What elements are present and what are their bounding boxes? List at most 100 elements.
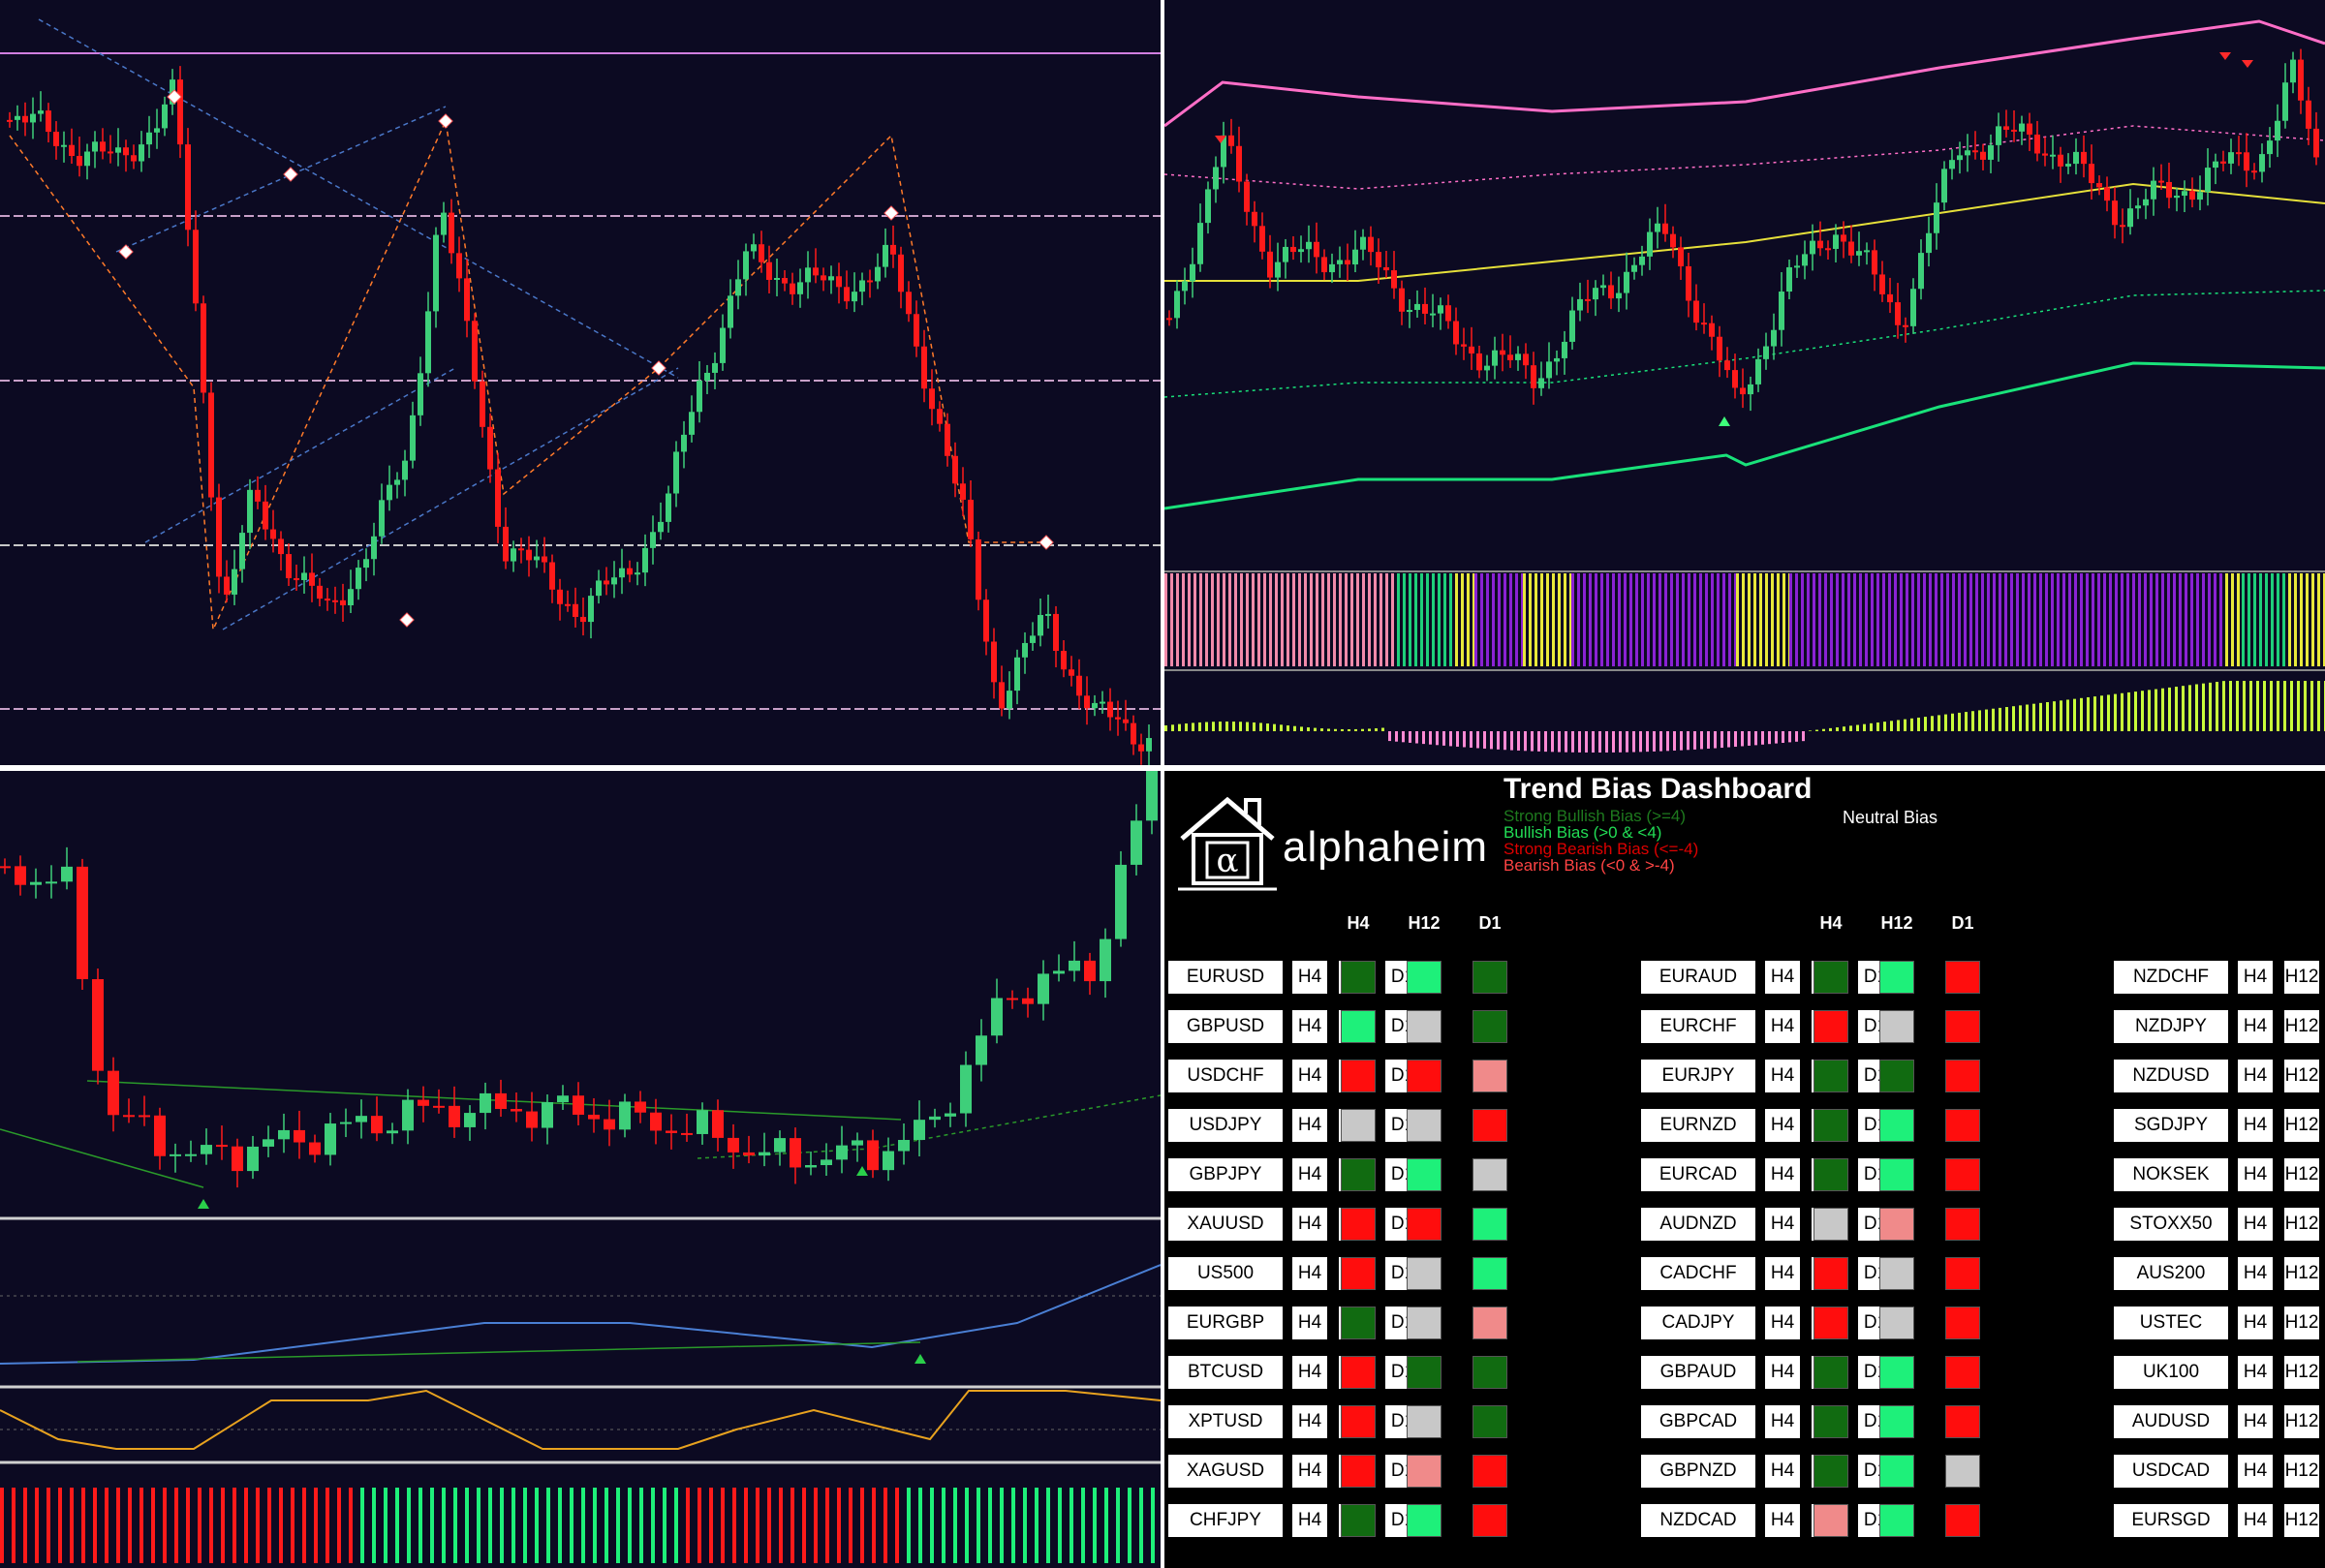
timeframe-button-h12[interactable]: H12: [2284, 1307, 2319, 1339]
pair-button-sgdjpy[interactable]: SGDJPY: [2114, 1109, 2228, 1142]
timeframe-button-h4[interactable]: H4: [1765, 1504, 1800, 1537]
timeframe-button-h12[interactable]: H12: [2284, 1208, 2319, 1241]
chart-panel-top-right[interactable]: [1164, 0, 2325, 765]
timeframe-button-h4[interactable]: H4: [1765, 1455, 1800, 1488]
timeframe-button-h4[interactable]: H4: [1292, 961, 1327, 994]
pair-button-uk100[interactable]: UK100: [2114, 1356, 2228, 1389]
chart-panel-bottom-left[interactable]: [0, 771, 1161, 1568]
pair-button-gbpjpy[interactable]: GBPJPY: [1168, 1158, 1283, 1191]
signal-bar: [895, 1488, 899, 1563]
pair-button-nzdjpy[interactable]: NZDJPY: [2114, 1010, 2228, 1043]
timeframe-button-h4[interactable]: H4: [1765, 1109, 1800, 1142]
timeframe-button-h12[interactable]: H12: [2284, 1405, 2319, 1438]
timeframe-button-h4[interactable]: H4: [1765, 1010, 1800, 1043]
pair-button-btcusd[interactable]: BTCUSD: [1168, 1356, 1283, 1389]
timeframe-button-h4[interactable]: H4: [2238, 1010, 2273, 1043]
pair-button-nzdchf[interactable]: NZDCHF: [2114, 961, 2228, 994]
pair-button-xptusd[interactable]: XPTUSD: [1168, 1405, 1283, 1438]
timeframe-button-h4[interactable]: H4: [2238, 1504, 2273, 1537]
timeframe-button-h12[interactable]: H12: [2284, 1257, 2319, 1290]
candlestick-chart-envelope[interactable]: [1164, 0, 2325, 765]
pair-button-xagusd[interactable]: XAGUSD: [1168, 1455, 1283, 1488]
pair-button-eurgbp[interactable]: EURGBP: [1168, 1307, 1283, 1339]
timeframe-button-h4[interactable]: H4: [1292, 1504, 1327, 1537]
pair-button-cadjpy[interactable]: CADJPY: [1641, 1307, 1755, 1339]
pair-button-aus200[interactable]: AUS200: [2114, 1257, 2228, 1290]
pair-button-stoxx50[interactable]: STOXX50: [2114, 1208, 2228, 1241]
pair-button-eurchf[interactable]: EURCHF: [1641, 1010, 1755, 1043]
pair-button-nzdcad[interactable]: NZDCAD: [1641, 1504, 1755, 1537]
timeframe-button-h4[interactable]: H4: [2238, 1356, 2273, 1389]
candle-body: [2158, 180, 2164, 183]
timeframe-button-h12[interactable]: H12: [2284, 1504, 2319, 1537]
timeframe-button-h4[interactable]: H4: [2238, 1060, 2273, 1092]
pair-button-audusd[interactable]: AUDUSD: [2114, 1405, 2228, 1438]
pair-button-usdjpy[interactable]: USDJPY: [1168, 1109, 1283, 1142]
timeframe-button-h4[interactable]: H4: [1765, 1060, 1800, 1092]
pair-button-gbpaud[interactable]: GBPAUD: [1641, 1356, 1755, 1389]
pair-button-eurnzd[interactable]: EURNZD: [1641, 1109, 1755, 1142]
timeframe-button-h12[interactable]: H12: [2284, 1010, 2319, 1043]
pair-button-eurcad[interactable]: EURCAD: [1641, 1158, 1755, 1191]
candlestick-chart-zigzag[interactable]: [0, 0, 1161, 765]
timeframe-button-h4[interactable]: H4: [1292, 1010, 1327, 1043]
timeframe-button-h4[interactable]: H4: [1765, 1405, 1800, 1438]
histogram-bar: [1754, 731, 1757, 746]
pair-button-usdchf[interactable]: USDCHF: [1168, 1060, 1283, 1092]
candlestick-chart-oscillators[interactable]: [0, 771, 1161, 1568]
pair-button-eurusd[interactable]: EURUSD: [1168, 961, 1283, 994]
histogram-bar: [1802, 731, 1805, 742]
pair-button-euraud[interactable]: EURAUD: [1641, 961, 1755, 994]
timeframe-button-h4[interactable]: H4: [1292, 1405, 1327, 1438]
chart-panel-top-left[interactable]: [0, 0, 1161, 765]
timeframe-button-h4[interactable]: H4: [1292, 1060, 1327, 1092]
pair-button-us500[interactable]: US500: [1168, 1257, 1283, 1290]
candle-body: [1817, 240, 1823, 249]
timeframe-button-h4[interactable]: H4: [1292, 1307, 1327, 1339]
timeframe-button-h4[interactable]: H4: [2238, 1257, 2273, 1290]
timeframe-button-h4[interactable]: H4: [1292, 1158, 1327, 1191]
bias-cell: [1814, 1208, 1848, 1241]
timeframe-button-h4[interactable]: H4: [1765, 961, 1800, 994]
pair-button-audnzd[interactable]: AUDNZD: [1641, 1208, 1755, 1241]
timeframe-button-h12[interactable]: H12: [2284, 1060, 2319, 1092]
timeframe-button-h4[interactable]: H4: [1292, 1257, 1327, 1290]
timeframe-button-h12[interactable]: H12: [2284, 1158, 2319, 1191]
timeframe-button-h12[interactable]: H12: [2284, 1109, 2319, 1142]
timeframe-button-h4[interactable]: H4: [2238, 1307, 2273, 1339]
timeframe-button-h4[interactable]: H4: [1765, 1208, 1800, 1241]
timeframe-button-h4[interactable]: H4: [1765, 1356, 1800, 1389]
timeframe-button-h4[interactable]: H4: [1292, 1109, 1327, 1142]
pair-button-ustec[interactable]: USTEC: [2114, 1307, 2228, 1339]
signal-bar: [46, 1488, 50, 1563]
pair-button-gbpusd[interactable]: GBPUSD: [1168, 1010, 1283, 1043]
signal-bar: [418, 1488, 422, 1563]
timeframe-button-h4[interactable]: H4: [1292, 1208, 1327, 1241]
timeframe-button-h4[interactable]: H4: [1292, 1356, 1327, 1389]
timeframe-button-h12[interactable]: H12: [2284, 1455, 2319, 1488]
pair-button-eursgd[interactable]: EURSGD: [2114, 1504, 2228, 1537]
timeframe-button-h4[interactable]: H4: [1292, 1455, 1327, 1488]
candle-body: [914, 314, 919, 347]
timeframe-button-h4[interactable]: H4: [2238, 1109, 2273, 1142]
timeframe-button-h4[interactable]: H4: [2238, 961, 2273, 994]
candle-body: [983, 600, 989, 642]
timeframe-button-h4[interactable]: H4: [2238, 1405, 2273, 1438]
pair-button-usdcad[interactable]: USDCAD: [2114, 1455, 2228, 1488]
timeframe-button-h4[interactable]: H4: [2238, 1455, 2273, 1488]
timeframe-button-h4[interactable]: H4: [2238, 1208, 2273, 1241]
timeframe-button-h4[interactable]: H4: [1765, 1257, 1800, 1290]
pair-button-cadchf[interactable]: CADCHF: [1641, 1257, 1755, 1290]
pair-button-gbpnzd[interactable]: GBPNZD: [1641, 1455, 1755, 1488]
pair-button-chfjpy[interactable]: CHFJPY: [1168, 1504, 1283, 1537]
timeframe-button-h4[interactable]: H4: [1765, 1307, 1800, 1339]
pair-button-xauusd[interactable]: XAUUSD: [1168, 1208, 1283, 1241]
timeframe-button-h12[interactable]: H12: [2284, 1356, 2319, 1389]
pair-button-noksek[interactable]: NOKSEK: [2114, 1158, 2228, 1191]
pair-button-gbpcad[interactable]: GBPCAD: [1641, 1405, 1755, 1438]
pair-button-nzdusd[interactable]: NZDUSD: [2114, 1060, 2228, 1092]
timeframe-button-h4[interactable]: H4: [1765, 1158, 1800, 1191]
timeframe-button-h4[interactable]: H4: [2238, 1158, 2273, 1191]
timeframe-button-h12[interactable]: H12: [2284, 961, 2319, 994]
pair-button-eurjpy[interactable]: EURJPY: [1641, 1060, 1755, 1092]
